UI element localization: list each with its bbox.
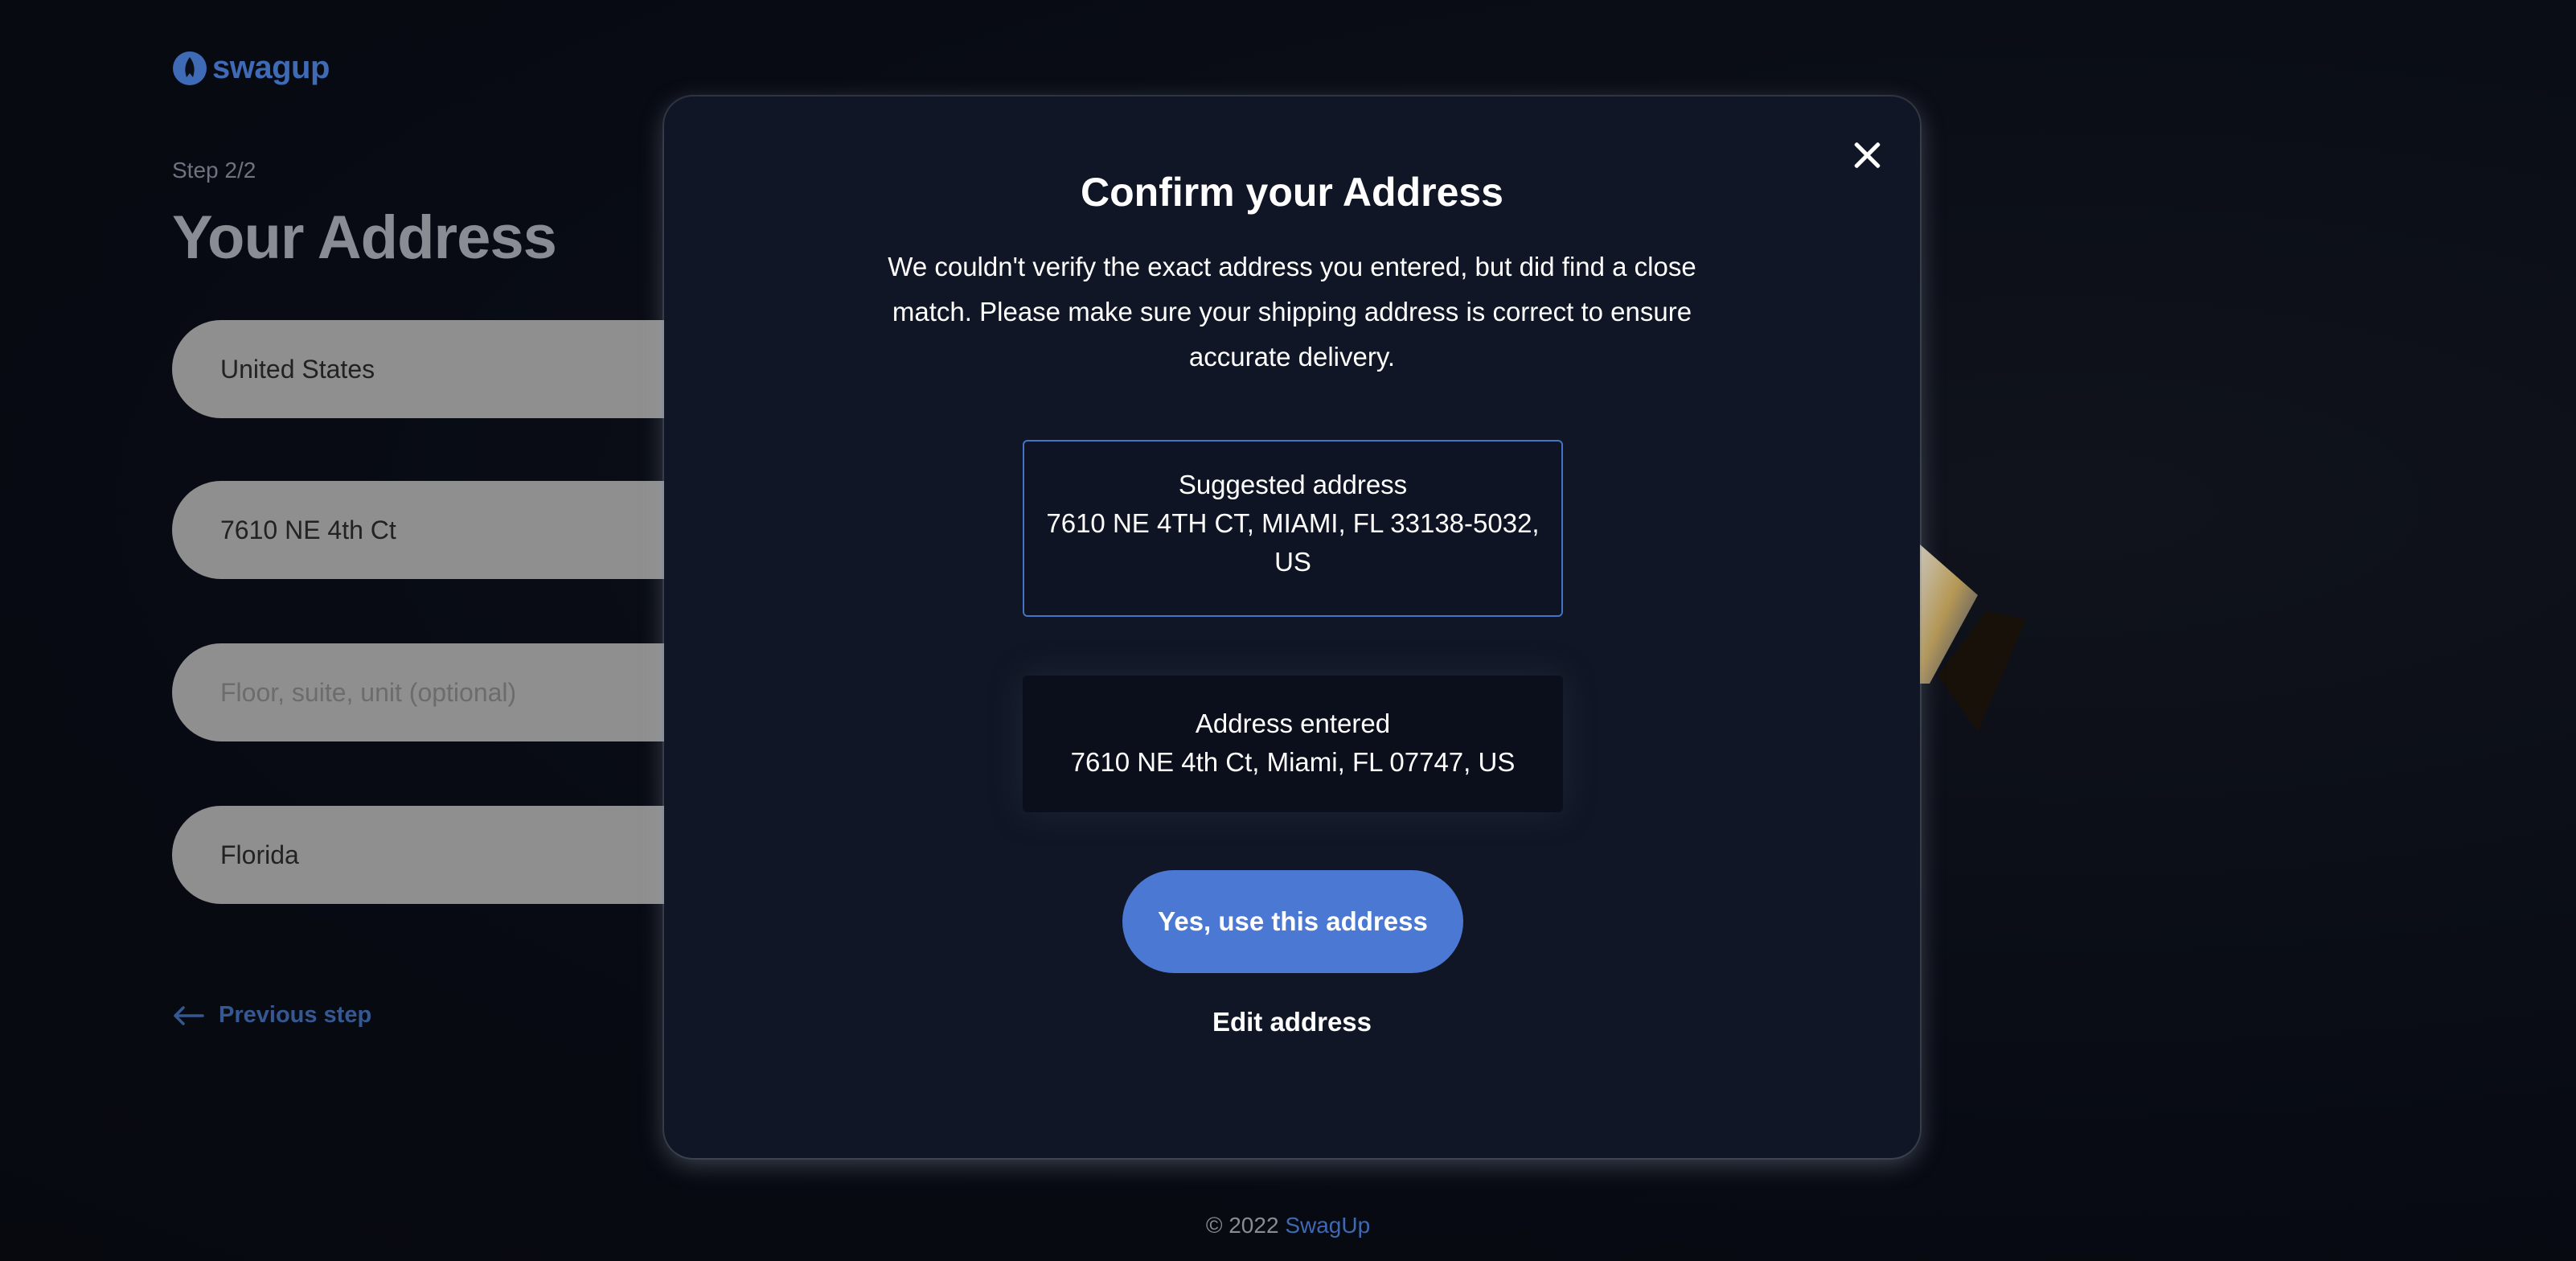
use-this-address-button[interactable]: Yes, use this address bbox=[1122, 870, 1463, 973]
state-select-value: Florida bbox=[220, 840, 299, 869]
entered-address-option[interactable]: Address entered 7610 NE 4th Ct, Miami, F… bbox=[1023, 676, 1563, 812]
previous-step-link[interactable]: Previous step bbox=[172, 1002, 371, 1029]
arrow-left-icon bbox=[174, 1005, 204, 1025]
edit-address-link[interactable]: Edit address bbox=[664, 1007, 1920, 1037]
modal-title: Confirm your Address bbox=[1080, 170, 1503, 215]
suggested-address-option[interactable]: Suggested address 7610 NE 4TH CT, MIAMI,… bbox=[1023, 440, 1563, 617]
entered-address-text: 7610 NE 4th Ct, Miami, FL 07747, US bbox=[1070, 747, 1516, 777]
footer: © 2022 SwagUp bbox=[0, 1213, 2576, 1238]
modal-description: We couldn't verify the exact address you… bbox=[888, 252, 1696, 372]
footer-brand-link[interactable]: SwagUp bbox=[1285, 1213, 1370, 1238]
confirm-address-modal: Confirm your Address We couldn't verify … bbox=[664, 97, 1920, 1158]
swagup-logo[interactable]: swagup bbox=[172, 50, 330, 86]
form-title: Your Address bbox=[172, 203, 557, 272]
suggested-address-line1: 7610 NE 4TH CT, MIAMI, FL 33138-5032, bbox=[1046, 508, 1540, 538]
entered-address-label: Address entered bbox=[1195, 709, 1391, 738]
step-indicator: Step 2/2 bbox=[172, 158, 256, 183]
swagup-logo-icon bbox=[173, 51, 207, 85]
footer-copyright: © 2022 bbox=[1205, 1213, 1286, 1238]
logo-text: swagup bbox=[212, 50, 330, 85]
suggested-address-label: Suggested address bbox=[1178, 470, 1408, 499]
previous-step-label: Previous step bbox=[219, 1002, 372, 1028]
suggested-address-line2: US bbox=[1274, 547, 1311, 577]
